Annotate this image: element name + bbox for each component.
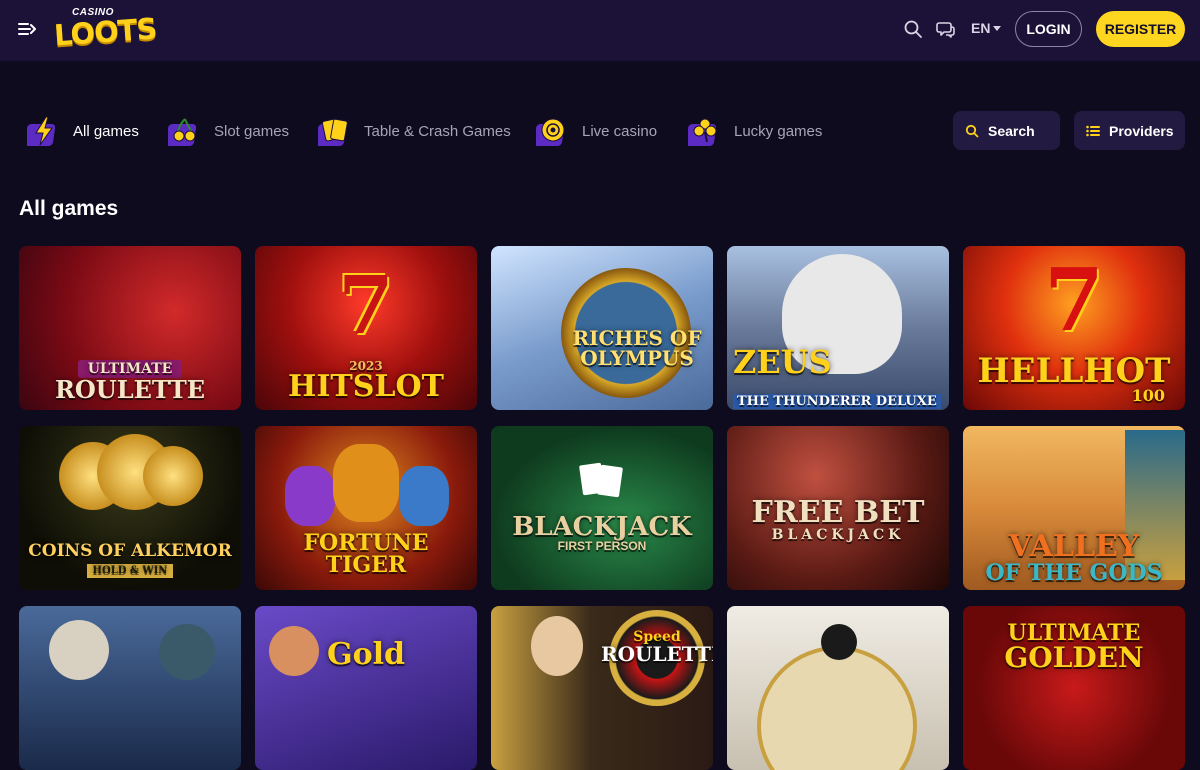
game-tile-free-bet-blackjack[interactable]: FREE BET BLACKJACK <box>727 426 949 590</box>
game-tile-fortune-tiger[interactable]: FORTUNE TIGER <box>255 426 477 590</box>
logo-loots-text: LOOTS <box>52 11 158 53</box>
purple-tiger <box>285 466 335 526</box>
search-button-label: Search <box>988 122 1035 139</box>
tab-lucky-games[interactable]: Lucky games <box>688 108 822 154</box>
tab-label: Table & Crash Games <box>364 122 511 140</box>
tab-label: Live casino <box>582 122 658 140</box>
game-title-line1: BLACKJACK <box>512 512 692 542</box>
game-tile-coins-of-alkemor[interactable]: COINS OF ALKEMOR HOLD & WIN <box>19 426 241 590</box>
top-header: CASINO LOOTS EN LOGIN REGISTER <box>0 0 1200 61</box>
search-icon[interactable] <box>903 19 923 39</box>
game-title-line2: THE THUNDERER DELUXE <box>733 394 941 409</box>
mascot-hat <box>821 624 857 660</box>
list-icon <box>1086 125 1100 136</box>
game-tile-speed-roulette[interactable]: Speed ROULETTE <box>491 606 713 770</box>
game-title-line2: BLACKJACK <box>771 527 905 543</box>
tab-table-crash-games[interactable]: Table & Crash Games <box>318 108 511 154</box>
game-title-line2: ROULETTE <box>601 642 713 666</box>
god-face <box>159 624 215 680</box>
register-button[interactable]: REGISTER <box>1096 11 1185 47</box>
language-label: EN <box>971 20 991 36</box>
clover-icon <box>688 118 717 146</box>
game-tile-ultimate-roulette[interactable]: ULTIMATE ROULETTE <box>19 246 241 410</box>
game-title-line1: ZEUS <box>733 343 832 381</box>
game-title-line1: RICHES OF <box>572 326 702 350</box>
seven-symbol: 7 <box>1044 250 1104 351</box>
tab-slot-games[interactable]: Slot games <box>168 108 289 154</box>
providers-button-label: Providers <box>1109 122 1174 139</box>
game-tile-valley-of-the-gods[interactable]: VALLEY OF THE GODS <box>963 426 1185 590</box>
game-title-line2: OLYMPUS <box>580 346 694 370</box>
game-tile-blackjack-first-person[interactable]: BLACKJACK FIRST PERSON <box>491 426 713 590</box>
game-tile-hellhot-100[interactable]: 7 HELLHOT 100 <box>963 246 1185 410</box>
lightning-icon <box>27 116 56 146</box>
casino-loots-logo[interactable]: CASINO LOOTS <box>53 7 158 53</box>
game-title-line2: OF THE GODS <box>985 560 1163 586</box>
login-button[interactable]: LOGIN <box>1015 11 1082 47</box>
chat-icon[interactable] <box>936 19 956 39</box>
game-tile-monopoly[interactable] <box>727 606 949 770</box>
tab-all-games[interactable]: All games <box>27 108 139 154</box>
game-tile-hitslot[interactable]: 7 2023 HITSLOT <box>255 246 477 410</box>
chip-icon <box>536 118 565 146</box>
orange-tiger <box>333 444 399 522</box>
tab-live-casino[interactable]: Live casino <box>536 108 657 154</box>
playing-card <box>597 464 623 498</box>
gold-coin <box>143 446 203 506</box>
tab-label: Slot games <box>214 122 290 140</box>
game-title-line2: ROULETTE <box>54 375 206 404</box>
game-title-line2: HITSLOT <box>288 369 444 404</box>
category-nav: All games Slot games Table & Crash Games… <box>0 108 900 154</box>
search-button[interactable]: Search <box>953 111 1060 150</box>
menu-toggle-icon[interactable] <box>18 20 36 38</box>
game-tile-gods-battle[interactable] <box>19 606 241 770</box>
section-title: All games <box>19 197 119 220</box>
tab-label: Lucky games <box>734 122 823 140</box>
game-title-line1: COINS OF ALKEMOR <box>28 541 232 561</box>
search-icon <box>965 124 979 137</box>
game-title-line2: GOLDEN <box>1004 641 1144 674</box>
game-tile-riches-of-olympus[interactable]: RICHES OF OLYMPUS <box>491 246 713 410</box>
chevron-down-icon <box>993 25 1002 31</box>
game-title-line2: HOLD & WIN <box>86 564 174 578</box>
game-title-line1: Gold <box>326 637 405 672</box>
games-grid: ULTIMATE ROULETTE 7 2023 HITSLOT RICHES … <box>19 246 1186 770</box>
seven-symbol: 7 <box>338 258 394 352</box>
cards-icon <box>318 118 348 146</box>
providers-button[interactable]: Providers <box>1074 111 1185 150</box>
dealer-face <box>531 616 583 676</box>
language-selector[interactable]: EN <box>971 20 1002 36</box>
game-title-line1: FORTUNE <box>303 530 429 556</box>
cherries-icon <box>168 118 197 146</box>
game-tile-gold[interactable]: Gold <box>255 606 477 770</box>
blue-tiger <box>399 466 449 526</box>
god-face <box>49 620 109 680</box>
game-title-line1: HELLHOT <box>977 351 1171 391</box>
game-tile-ultimate-golden[interactable]: ULTIMATE GOLDEN <box>963 606 1185 770</box>
game-tile-zeus-the-thunderer[interactable]: ZEUS THE THUNDERER DELUXE <box>727 246 949 410</box>
game-title-line2: TIGER <box>325 552 407 578</box>
tab-label: All games <box>73 122 139 140</box>
game-title-line1: VALLEY <box>1008 529 1140 564</box>
game-title-line1: FREE BET <box>751 495 925 530</box>
